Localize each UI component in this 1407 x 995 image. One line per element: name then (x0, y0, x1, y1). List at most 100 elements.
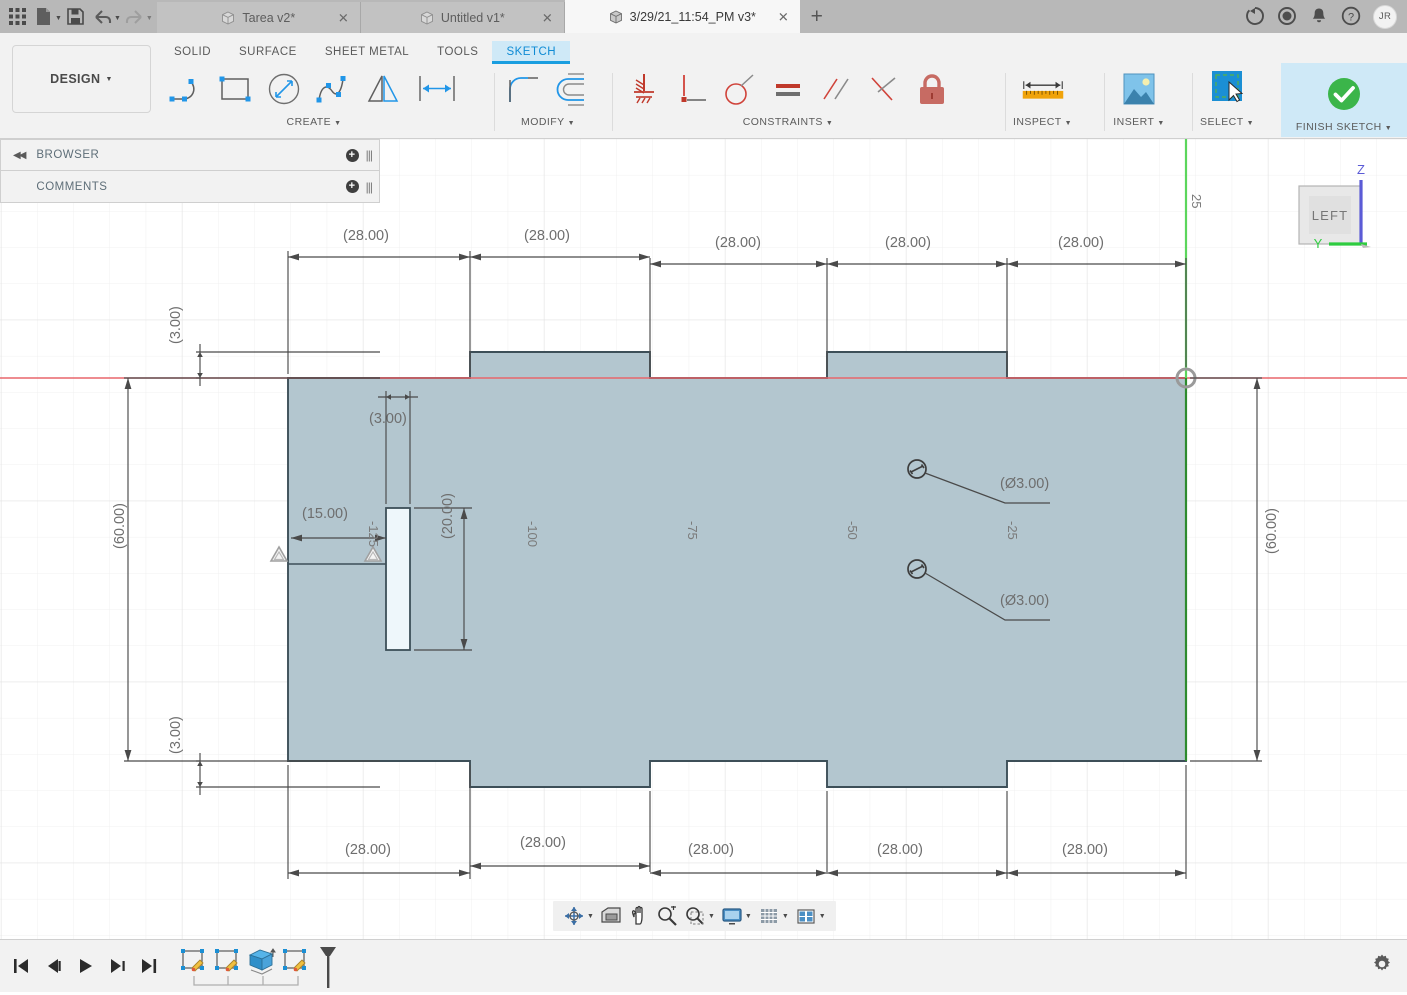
view-cube[interactable]: LEFT Z Y (1285, 162, 1395, 259)
timeline-settings-gear-icon[interactable] (1371, 953, 1407, 980)
tab-solid[interactable]: SOLID (160, 41, 225, 62)
fit-icon[interactable]: ▼ (682, 903, 717, 929)
timeline-sketch-feature[interactable] (178, 946, 208, 976)
close-icon[interactable]: ✕ (778, 10, 789, 23)
dimension-label[interactable]: (28.00) (885, 235, 931, 251)
notifications-bell-icon[interactable] (1309, 6, 1330, 27)
sketch-slot-rectangle[interactable] (385, 507, 411, 651)
sketch-profile-tabbed-plate[interactable] (287, 351, 1187, 788)
browser-add-icon[interactable]: + (345, 148, 359, 162)
step-back-button[interactable] (41, 953, 64, 979)
sketch-line-arc-icon[interactable] (164, 65, 212, 113)
redo-caret-icon[interactable]: ▼ (146, 15, 153, 22)
go-to-end-button[interactable] (137, 953, 160, 979)
sketch-fillet-icon[interactable] (500, 65, 548, 113)
sketch-mirror-icon[interactable] (356, 65, 410, 113)
viewports-icon[interactable]: ▼ (793, 903, 828, 929)
constraint-equal-icon[interactable] (764, 65, 812, 113)
dimension-label[interactable]: (28.00) (524, 228, 570, 244)
dimension-label[interactable]: (20.00) (440, 493, 456, 539)
step-forward-button[interactable] (105, 953, 128, 979)
midpoint-constraint-glyph[interactable] (269, 545, 289, 562)
new-file-caret-icon[interactable]: ▼ (55, 15, 62, 22)
play-button[interactable] (73, 953, 96, 979)
sketch-geometry[interactable] (0, 139, 1407, 939)
collapse-left-icon[interactable]: ◀◀ (13, 150, 26, 161)
panel-resize-handle[interactable]: ||| (366, 148, 373, 162)
hole-diameter-label[interactable]: (Ø3.00) (1000, 476, 1049, 492)
workspace-selector-button[interactable]: DESIGN ▼ (12, 45, 151, 113)
panel-finish-sketch-label[interactable]: FINISH SKETCH ▼ (1296, 121, 1392, 133)
right-height-dimension[interactable] (1190, 377, 1262, 762)
timeline-extrude-feature[interactable] (246, 946, 276, 976)
hole-diameter-label[interactable]: (Ø3.00) (1000, 593, 1049, 609)
comments-add-icon[interactable]: + (345, 180, 359, 193)
dimension-label[interactable]: (28.00) (877, 842, 923, 858)
new-file-icon[interactable] (31, 3, 57, 31)
redo-icon[interactable] (122, 3, 148, 31)
constraint-tangent-icon[interactable] (716, 65, 764, 113)
dimension-label[interactable]: (3.00) (168, 716, 184, 754)
panel-modify-label[interactable]: MODIFY ▼ (521, 116, 575, 128)
panel-create-label[interactable]: CREATE ▼ (287, 116, 342, 128)
insert-image-icon[interactable] (1112, 65, 1166, 113)
panel-finish-sketch[interactable]: FINISH SKETCH ▼ (1281, 63, 1407, 137)
sketch-rectangle-icon[interactable] (212, 65, 260, 113)
sketch-spline-icon[interactable] (308, 65, 356, 113)
pan-icon[interactable] (626, 903, 652, 929)
grid-snaps-icon[interactable]: ▼ (756, 903, 791, 929)
dimension-label[interactable]: (3.00) (168, 306, 184, 344)
constraint-fix-ground-icon[interactable] (620, 65, 668, 113)
dimension-label[interactable]: (28.00) (1062, 842, 1108, 858)
sketch-circle-icon[interactable] (260, 65, 308, 113)
recent-activity-icon[interactable] (1277, 6, 1298, 27)
select-window-icon[interactable] (1200, 65, 1254, 113)
constraint-perpendicular-icon[interactable] (860, 65, 908, 113)
help-icon[interactable]: ? (1341, 6, 1362, 27)
zoom-icon[interactable] (654, 903, 680, 929)
tab-sheet-metal[interactable]: SHEET METAL (311, 41, 423, 62)
look-at-icon[interactable] (598, 903, 624, 929)
panel-select-label[interactable]: SELECT ▼ (1200, 116, 1254, 128)
dimension-label[interactable]: (60.00) (112, 503, 128, 549)
save-icon[interactable] (63, 3, 89, 31)
dimension-label[interactable]: (28.00) (345, 842, 391, 858)
close-icon[interactable]: ✕ (542, 11, 553, 24)
undo-caret-icon[interactable]: ▼ (114, 15, 121, 22)
tab-sketch[interactable]: SKETCH (492, 41, 571, 64)
bottom-dimension-chain[interactable] (287, 765, 1187, 879)
close-icon[interactable]: ✕ (338, 11, 349, 24)
panel-insert-label[interactable]: INSERT ▼ (1113, 116, 1164, 128)
dimension-label[interactable]: (28.00) (1058, 235, 1104, 251)
panel-constraints-label[interactable]: CONSTRAINTS ▼ (743, 116, 834, 128)
app-grid-icon[interactable] (4, 3, 30, 31)
tab-tools[interactable]: TOOLS (423, 41, 492, 62)
dimension-label[interactable]: (28.00) (688, 842, 734, 858)
undo-icon[interactable] (90, 3, 116, 31)
dimension-label[interactable]: (60.00) (1264, 508, 1280, 554)
inspect-measure-icon[interactable] (1016, 65, 1070, 113)
tab-surface[interactable]: SURFACE (225, 41, 311, 62)
constraint-coincident-icon[interactable] (668, 65, 716, 113)
top-dimension-chain[interactable] (287, 251, 1187, 374)
sketch-dimension-icon[interactable] (410, 65, 464, 113)
left-height-dimension[interactable] (124, 377, 200, 762)
avatar[interactable]: JR (1373, 4, 1397, 29)
dimension-label[interactable]: (28.00) (343, 228, 389, 244)
comments-panel[interactable]: ◀◀ COMMENTS + ||| (0, 171, 380, 203)
orbit-icon[interactable]: ▼ (561, 903, 596, 929)
constraint-lock-icon[interactable] (908, 65, 956, 113)
job-status-icon[interactable] (1245, 6, 1266, 27)
browser-panel[interactable]: ◀◀ BROWSER + ||| (0, 139, 380, 171)
document-tab-untitled[interactable]: Untitled v1* ✕ (360, 2, 565, 33)
display-settings-icon[interactable]: ▼ (719, 903, 754, 929)
timeline-sketch-feature[interactable] (280, 946, 310, 976)
dimension-label[interactable]: (28.00) (715, 235, 761, 251)
go-to-beginning-button[interactable] (9, 953, 32, 979)
document-tab-tarea[interactable]: Tarea v2* ✕ (156, 2, 361, 33)
sketch-canvas[interactable]: -125 -100 -75 -50 -25 25 (28.00) (28.00)… (0, 139, 1407, 939)
sketch-offset-icon[interactable] (548, 65, 596, 113)
dimension-label[interactable]: (28.00) (520, 835, 566, 851)
constraint-parallel-icon[interactable] (812, 65, 860, 113)
new-tab-button[interactable]: + (800, 0, 834, 33)
